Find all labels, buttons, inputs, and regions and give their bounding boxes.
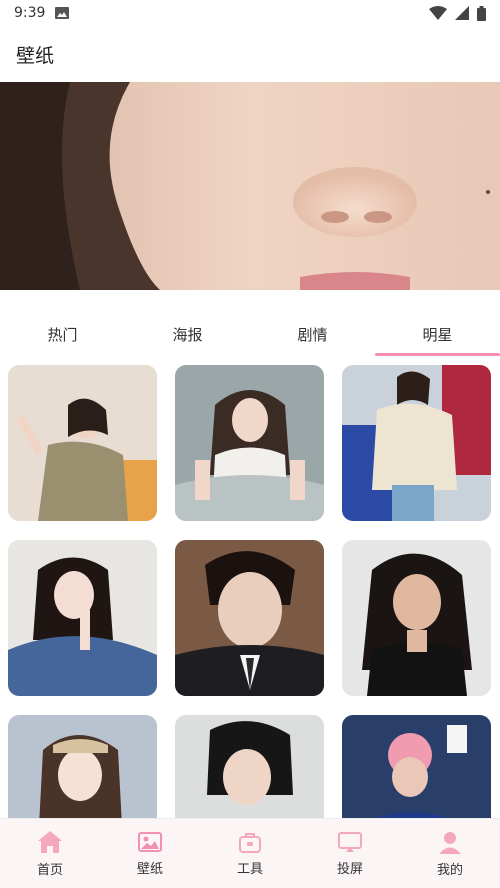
wallpaper-card[interactable] — [8, 540, 157, 696]
status-bar: 9:39 — [0, 0, 500, 26]
tab-label: 明星 — [422, 325, 453, 344]
wallpaper-card[interactable] — [342, 365, 491, 521]
profile-icon — [439, 832, 461, 854]
tab-drama[interactable]: 剧情 — [250, 312, 375, 356]
wallpaper-card[interactable] — [342, 540, 491, 696]
wallpaper-card[interactable] — [175, 715, 324, 818]
cast-icon — [338, 832, 362, 852]
gallery-notification-icon — [55, 7, 70, 19]
tab-label: 海报 — [172, 325, 203, 344]
nav-label: 壁纸 — [136, 862, 163, 877]
tab-poster[interactable]: 海报 — [125, 312, 250, 356]
nav-label: 我的 — [436, 863, 463, 878]
app-bar: 壁纸 — [0, 26, 500, 82]
wifi-icon — [429, 6, 447, 20]
category-tabs: 热门 海报 剧情 明星 — [0, 312, 500, 356]
signal-icon — [455, 6, 469, 20]
wallpaper-card[interactable] — [175, 365, 324, 521]
nav-label: 工具 — [236, 862, 263, 877]
banner-image[interactable] — [0, 82, 500, 290]
image-icon — [138, 832, 162, 852]
page-title: 壁纸 — [16, 44, 55, 67]
nav-cast[interactable]: 投屏 — [300, 819, 400, 888]
battery-icon — [477, 5, 486, 21]
tab-label: 热门 — [47, 325, 78, 344]
wallpaper-card[interactable] — [8, 365, 157, 521]
home-icon — [38, 831, 62, 853]
wallpaper-card[interactable] — [8, 715, 157, 818]
nav-label: 投屏 — [336, 862, 363, 877]
wallpaper-card[interactable] — [175, 540, 324, 696]
tab-celebrity[interactable]: 明星 — [375, 312, 500, 356]
nav-tools[interactable]: 工具 — [200, 819, 300, 888]
bottom-navigation: 首页 壁纸 工具 投屏 我的 — [0, 818, 500, 888]
nav-label: 首页 — [36, 863, 63, 878]
tab-label: 剧情 — [297, 325, 328, 344]
nav-profile[interactable]: 我的 — [400, 819, 500, 888]
toolbox-icon — [239, 833, 261, 853]
nav-wallpaper[interactable]: 壁纸 — [100, 819, 200, 888]
nav-home[interactable]: 首页 — [0, 819, 100, 888]
tab-hot[interactable]: 热门 — [0, 312, 125, 356]
wallpaper-grid — [8, 365, 492, 818]
status-time: 9:39 — [14, 5, 46, 21]
wallpaper-card[interactable] — [342, 715, 491, 818]
